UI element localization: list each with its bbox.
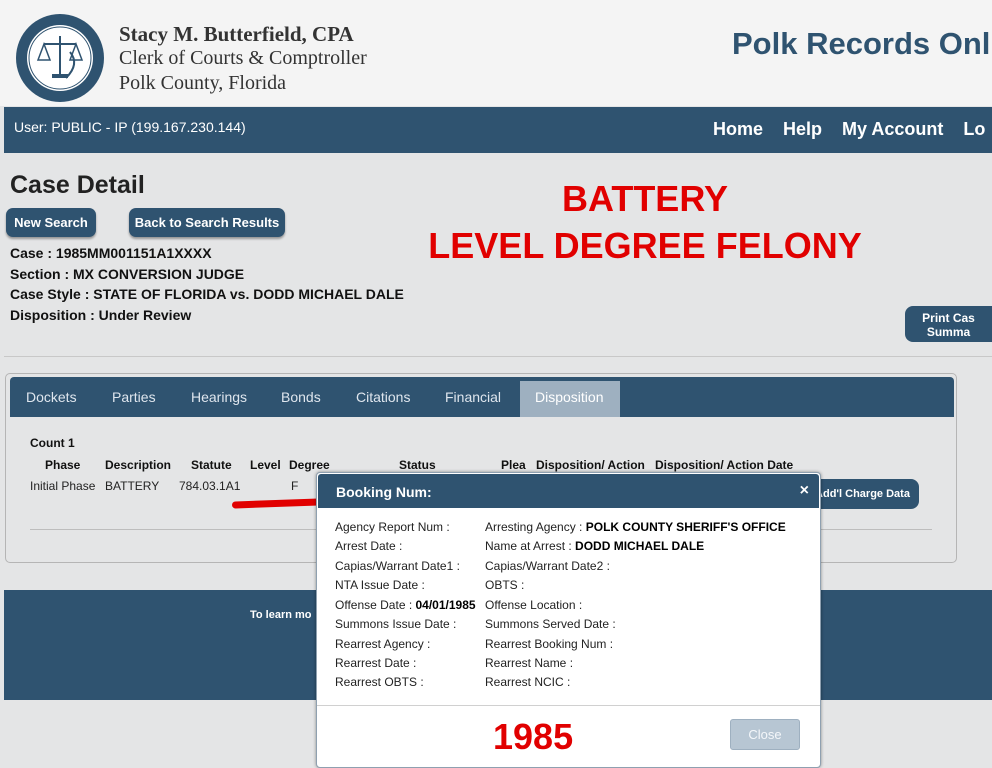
site-brand[interactable]: Polk Records Onl	[732, 26, 990, 62]
close-button[interactable]: Close	[730, 719, 800, 750]
arresting-agency-value: POLK COUNTY SHERIFF'S OFFICE	[585, 520, 786, 534]
tab-bar: Dockets Parties Hearings Bonds Citations…	[10, 377, 954, 417]
site-header: Stacy M. Butterfield, CPA Clerk of Court…	[0, 0, 992, 106]
print-case-summary-button[interactable]: Print Cas Summa	[905, 306, 992, 342]
col-description: Description	[105, 458, 172, 472]
col-disposition-action-date: Disposition/ Action Date	[655, 458, 794, 472]
page-title: Case Detail	[10, 171, 145, 199]
tab-disposition[interactable]: Disposition	[520, 381, 620, 417]
nav-help[interactable]: Help	[783, 119, 822, 140]
col-degree: Degree	[289, 458, 330, 472]
field-rearrest-date: Rearrest Date :	[335, 656, 417, 670]
field-capias-warrant-date2: Capias/Warrant Date2 :	[485, 559, 610, 573]
clerk-name: Stacy M. Butterfield, CPA	[119, 22, 354, 46]
nav-my-account[interactable]: My Account	[842, 119, 943, 140]
tab-dockets[interactable]: Dockets	[26, 389, 77, 405]
field-arrest-date: Arrest Date :	[335, 539, 403, 553]
field-summons-issue-date: Summons Issue Date :	[335, 617, 457, 631]
case-section: Section : MX CONVERSION JUDGE	[10, 265, 245, 282]
nav-logout[interactable]: Lo	[963, 119, 985, 140]
field-offense-location: Offense Location :	[485, 598, 583, 612]
tab-hearings[interactable]: Hearings	[191, 389, 247, 405]
col-status: Status	[399, 458, 436, 472]
offense-date-value: 04/01/1985	[415, 598, 476, 612]
case-style: Case Style : STATE OF FLORIDA vs. DODD M…	[10, 286, 404, 302]
field-rearrest-obts: Rearrest OBTS :	[335, 675, 424, 689]
col-phase: Phase	[45, 458, 81, 472]
field-rearrest-ncic: Rearrest NCIC :	[485, 675, 571, 689]
field-rearrest-agency: Rearrest Agency :	[335, 637, 431, 651]
field-offense-date: Offense Date : 04/01/1985	[335, 598, 476, 612]
field-summons-served-date: Summons Served Date :	[485, 617, 616, 631]
footer-text: To learn mo	[250, 609, 312, 621]
case-disposition: Disposition : Under Review	[10, 306, 192, 323]
cell-phase: Initial Phase	[30, 479, 96, 493]
divider	[4, 356, 992, 357]
case-summary: Case : 1985MM001151A1XXXX Section : MX C…	[10, 243, 404, 325]
annotation-battery: BATTERY	[562, 178, 728, 219]
cell-degree: F	[291, 479, 299, 493]
col-plea: Plea	[501, 458, 526, 472]
name-at-arrest-value: DODD MICHAEL DALE	[575, 539, 705, 553]
cell-description: BATTERY	[105, 479, 160, 493]
dialog-header: Booking Num: ×	[318, 474, 819, 508]
field-rearrest-name: Rearrest Name :	[485, 656, 574, 670]
top-nav: Home Help My Account Lo	[713, 119, 985, 140]
cell-statute: 784.03.1A1	[179, 479, 241, 493]
field-arresting-agency: Arresting Agency : POLK COUNTY SHERIFF'S…	[485, 520, 786, 534]
annotation-level-degree-felony: LEVEL DEGREE FELONY	[428, 225, 862, 266]
print-button-line2: Summa	[926, 325, 971, 339]
user-bar: User: PUBLIC - IP (199.167.230.144) Home…	[4, 107, 992, 153]
close-icon[interactable]: ×	[800, 482, 809, 500]
field-obts: OBTS :	[485, 578, 525, 592]
clerk-seal-logo	[16, 14, 104, 102]
case-number: Case : 1985MM001151A1XXXX	[10, 245, 212, 261]
col-level: Level	[250, 458, 281, 472]
field-nta-issue-date: NTA Issue Date :	[335, 578, 425, 592]
field-agency-report-num: Agency Report Num :	[335, 520, 450, 534]
back-to-search-results-button[interactable]: Back to Search Results	[129, 208, 285, 237]
county-name: Polk County, Florida	[119, 72, 287, 94]
field-rearrest-booking-num: Rearrest Booking Num :	[485, 637, 614, 651]
clerk-title: Clerk of Courts & Comptroller	[119, 47, 367, 69]
annotation-year: 1985	[493, 716, 574, 757]
tab-citations[interactable]: Citations	[356, 389, 410, 405]
tab-bonds[interactable]: Bonds	[281, 389, 321, 405]
field-capias-warrant-date1: Capias/Warrant Date1 :	[335, 559, 460, 573]
addl-charge-data-button[interactable]: Add'l Charge Data	[806, 479, 919, 509]
new-search-button[interactable]: New Search	[6, 208, 96, 237]
user-info: User: PUBLIC - IP (199.167.230.144)	[14, 119, 246, 135]
tab-parties[interactable]: Parties	[112, 389, 156, 405]
tab-financial[interactable]: Financial	[445, 389, 501, 405]
field-name-at-arrest: Name at Arrest : DODD MICHAEL DALE	[485, 539, 705, 553]
col-disposition-action: Disposition/ Action	[536, 458, 645, 472]
dialog-divider	[317, 705, 820, 706]
booking-dialog: Booking Num: × Agency Report Num : Arres…	[316, 472, 821, 768]
count-label: Count 1	[30, 436, 75, 450]
print-button-line1: Print Cas	[922, 311, 975, 325]
nav-home[interactable]: Home	[713, 119, 763, 140]
dialog-title: Booking Num:	[336, 484, 432, 500]
col-statute: Statute	[191, 458, 232, 472]
